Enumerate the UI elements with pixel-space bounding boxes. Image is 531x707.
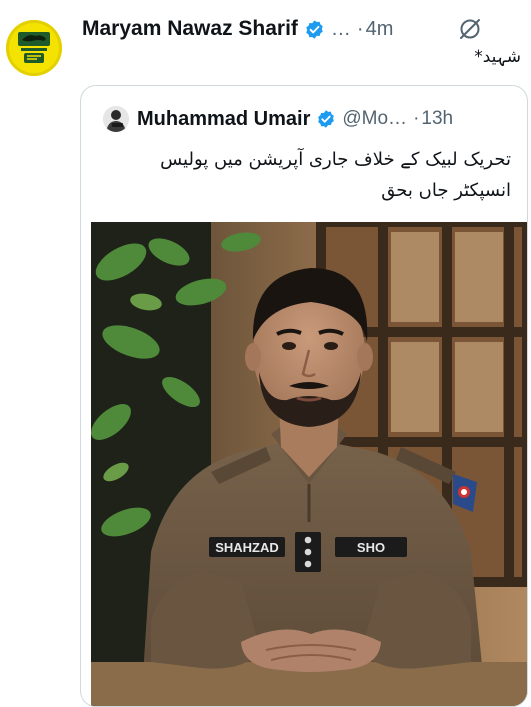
quoted-post-time[interactable]: 13h [421, 108, 453, 130]
author-handle[interactable]: … [331, 18, 351, 41]
officer-photo: SHAHZAD SHO [91, 222, 527, 706]
rank-tag-text: SHO [357, 540, 385, 555]
quoted-author-name[interactable]: Muhammad Umair [137, 108, 310, 131]
quoted-text-line-1: تحریک لبیک کے خلاف جاری آپریشن میں پولیس [160, 149, 511, 170]
mute-icon[interactable] [457, 16, 483, 42]
quoted-post-card[interactable]: Muhammad Umair @Mo… · 13h تحریک لبیک کے … [80, 85, 528, 707]
post-time[interactable]: 4m [366, 18, 394, 41]
quoted-post-image[interactable]: SHAHZAD SHO [91, 222, 527, 706]
author-name[interactable]: Maryam Nawaz Sharif [82, 17, 298, 41]
quoted-post-text: تحریک لبیک کے خلاف جاری آپریشن میں پولیس… [101, 144, 511, 206]
meta-separator: · [413, 108, 420, 129]
post-header: Maryam Nawaz Sharif … · 4m [82, 14, 523, 44]
name-tag-text: SHAHZAD [215, 540, 279, 555]
post-text: شہید* [474, 47, 521, 67]
quoted-author-avatar[interactable] [103, 106, 129, 132]
quoted-text-line-2: انسپکٹر جاں بحق [381, 180, 511, 201]
tiger-logo-icon [18, 32, 50, 63]
meta-separator: · [356, 17, 364, 40]
quoted-author-handle[interactable]: @Mo… [342, 108, 407, 130]
verified-badge-icon [316, 109, 336, 129]
quoted-post-header: Muhammad Umair @Mo… · 13h [103, 106, 517, 132]
verified-badge-icon [304, 19, 325, 40]
author-avatar[interactable] [6, 20, 62, 76]
